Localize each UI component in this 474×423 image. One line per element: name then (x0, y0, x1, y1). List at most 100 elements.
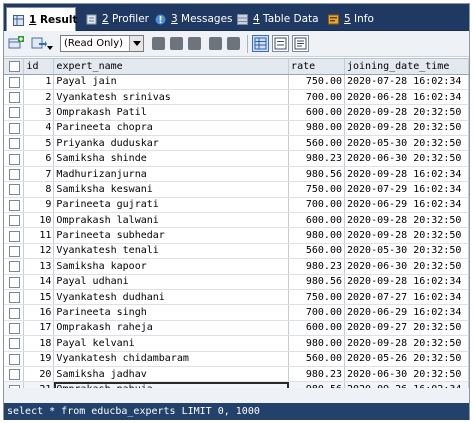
table-row[interactable]: 3 Omprakash Patil 600.00 2020-09-28 20:32:5… (4, 104, 470, 121)
cell-id[interactable]: 19 (23, 351, 55, 367)
cell-expert-name[interactable]: Vyankatesh chidambaram (53, 351, 290, 367)
cell-rate[interactable]: 700.00 (288, 197, 345, 214)
table-row[interactable]: 16 Parineeta singh 700.00 2020-06-29 16:02:… (4, 304, 470, 321)
cell-expert-name[interactable]: Priyanka duduskar (53, 135, 290, 152)
row-checkbox-cell[interactable] (4, 166, 25, 183)
cell-rate[interactable]: 980.23 (288, 150, 345, 167)
cell-id[interactable]: 1 (23, 74, 55, 90)
cell-rate[interactable]: 980.56 (288, 166, 345, 183)
row-checkbox-cell[interactable] (4, 335, 25, 352)
cell-rate[interactable]: 600.00 (288, 212, 345, 229)
row-checkbox[interactable] (9, 245, 20, 257)
cell-expert-name[interactable]: Samiksha jadhav (53, 366, 290, 383)
cell-id[interactable]: 17 (23, 320, 55, 337)
cell-rate[interactable]: 980.56 (288, 274, 345, 290)
row-checkbox[interactable] (9, 353, 20, 365)
table-row[interactable]: 19 Vyankatesh chidambaram 560.00 2020-05-26… (4, 351, 470, 367)
cell-rate[interactable]: 980.23 (288, 258, 345, 275)
cell-expert-name[interactable]: Madhurizanjurna (53, 166, 290, 183)
row-checkbox-cell[interactable] (4, 243, 25, 260)
cell-joining-date-time[interactable]: 2020-09-28 20:32:50 (344, 120, 470, 137)
cell-rate[interactable]: 980.23 (288, 366, 345, 383)
cell-joining-date-time[interactable]: 2020-06-30 20:32:50 (344, 366, 470, 383)
cell-id[interactable]: 2 (23, 89, 55, 106)
row-checkbox[interactable] (9, 107, 20, 119)
row-checkbox-cell[interactable] (4, 227, 25, 244)
insert-row-icon[interactable] (188, 37, 201, 50)
cell-id[interactable]: 3 (23, 104, 55, 121)
row-checkbox[interactable] (9, 307, 20, 319)
cell-expert-name[interactable]: Omprakash Patil (53, 104, 290, 121)
export-icon[interactable] (31, 36, 47, 51)
row-checkbox-cell[interactable] (4, 320, 25, 337)
row-checkbox[interactable] (9, 199, 20, 211)
form-view-button[interactable] (272, 35, 289, 52)
cell-expert-name[interactable]: Vyankatesh srinivas (53, 89, 290, 106)
row-checkbox[interactable] (9, 122, 20, 134)
row-checkbox-cell[interactable] (4, 89, 25, 106)
read-only-mode-select[interactable]: (Read Only) (60, 35, 144, 52)
cell-id[interactable]: 4 (23, 120, 55, 137)
row-checkbox[interactable] (9, 215, 20, 227)
cell-rate[interactable]: 750.00 (288, 181, 345, 198)
cell-id[interactable]: 20 (23, 366, 55, 383)
cell-id[interactable]: 13 (23, 258, 55, 275)
tab-messages[interactable]: 3 Messages (149, 7, 233, 31)
cell-expert-name[interactable]: Parineeta chopra (53, 120, 290, 137)
cell-id[interactable]: 16 (23, 304, 55, 321)
table-row[interactable]: 12 Vyankatesh tenali 560.00 2020-05-30 20:3… (4, 243, 470, 260)
cell-joining-date-time[interactable]: 2020-07-28 16:02:34 (344, 74, 470, 90)
row-checkbox-cell[interactable] (4, 74, 25, 90)
cell-joining-date-time[interactable]: 2020-06-29 16:02:34 (344, 197, 470, 214)
cell-id[interactable]: 6 (23, 150, 55, 167)
cell-joining-date-time[interactable]: 2020-09-28 20:32:50 (344, 335, 470, 352)
duplicate-row-icon[interactable] (170, 37, 183, 50)
row-checkbox[interactable] (9, 292, 20, 304)
row-checkbox-cell[interactable] (4, 104, 25, 121)
column-header-joining-date-time[interactable]: joining_date_time (344, 59, 470, 75)
row-checkbox[interactable] (9, 276, 20, 288)
text-view-button[interactable] (292, 35, 309, 52)
table-row[interactable]: 14 Payal udhani 980.56 2020-09-28 16:02:34 (4, 274, 470, 290)
cell-rate[interactable]: 600.00 (288, 320, 345, 337)
delete-row-icon[interactable] (209, 37, 222, 50)
cell-joining-date-time[interactable]: 2020-09-28 16:02:34 (344, 274, 470, 290)
cell-expert-name[interactable]: Vyankatesh tenali (53, 243, 290, 260)
cell-joining-date-time[interactable]: 2020-07-29 16:02:34 (344, 181, 470, 198)
cell-id[interactable]: 11 (23, 227, 55, 244)
cell-rate[interactable]: 980.00 (288, 120, 345, 137)
table-row[interactable]: 1 Payal jain 750.00 2020-07-28 16:02:34 (4, 74, 470, 90)
row-checkbox[interactable] (9, 184, 20, 196)
dropdown-arrow-icon[interactable] (129, 36, 143, 51)
cell-joining-date-time[interactable]: 2020-06-29 16:02:34 (344, 304, 470, 321)
cell-expert-name[interactable]: Parineeta gujrati (53, 197, 290, 214)
cell-rate[interactable]: 700.00 (288, 304, 345, 321)
cell-joining-date-time[interactable]: 2020-05-26 20:32:50 (344, 351, 470, 367)
table-row[interactable]: 6 Samiksha shinde 980.23 2020-06-30 20:32:5… (4, 150, 470, 167)
cell-id[interactable]: 8 (23, 181, 55, 198)
cell-rate[interactable]: 560.00 (288, 243, 345, 260)
cell-id[interactable]: 7 (23, 166, 55, 183)
cell-expert-name[interactable]: Samiksha keswani (53, 181, 290, 198)
row-checkbox[interactable] (9, 369, 20, 381)
row-checkbox-cell[interactable] (4, 181, 25, 198)
column-header-rate[interactable]: rate (288, 59, 345, 75)
table-row[interactable]: 10 Omprakash lalwani 600.00 2020-09-28 20:3… (4, 212, 470, 229)
save-changes-icon[interactable] (152, 37, 165, 50)
grid-view-button[interactable] (252, 35, 269, 52)
cell-rate[interactable]: 560.00 (288, 135, 345, 152)
row-checkbox[interactable] (9, 261, 20, 273)
select-all-checkbox-cell[interactable] (4, 59, 25, 75)
tab-profiler[interactable]: 2 Profiler (80, 7, 149, 31)
cell-joining-date-time[interactable]: 2020-05-30 20:32:50 (344, 135, 470, 152)
row-checkbox-cell[interactable] (4, 351, 25, 367)
row-checkbox[interactable] (9, 76, 20, 88)
cell-rate[interactable]: 980.00 (288, 335, 345, 352)
row-checkbox[interactable] (9, 153, 20, 165)
row-checkbox[interactable] (9, 138, 20, 150)
cell-rate[interactable]: 750.00 (288, 74, 345, 90)
cell-joining-date-time[interactable]: 2020-09-28 20:32:50 (344, 104, 470, 121)
cell-expert-name[interactable]: Payal jain (53, 74, 290, 90)
table-row[interactable]: 9 Parineeta gujrati 700.00 2020-06-29 16:02… (4, 197, 470, 214)
chevron-down-icon[interactable] (47, 41, 53, 50)
